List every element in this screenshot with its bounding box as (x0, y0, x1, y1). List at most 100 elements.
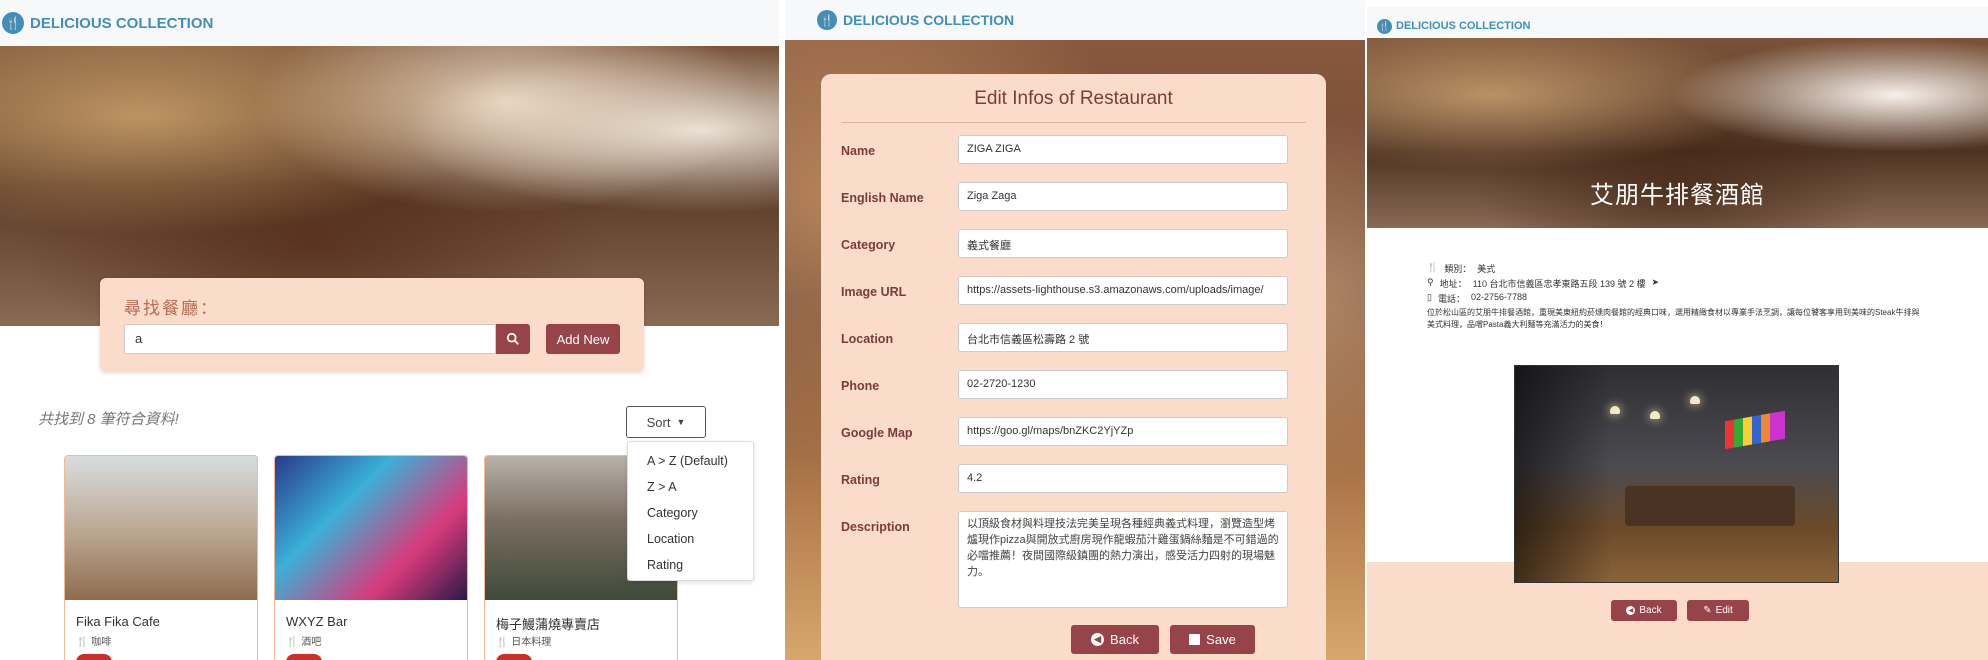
sort-option-z-a[interactable]: Z > A (628, 474, 753, 500)
image-url-input[interactable]: https://assets-lighthouse.s3.amazonaws.c… (958, 276, 1288, 305)
rating-badge (496, 654, 532, 660)
arrow-left-circle-icon: ◀ (1091, 633, 1105, 646)
navbar: 🍴 DELICIOUS COLLECTION (0, 0, 779, 46)
restaurant-list-panel: 🍴 DELICIOUS COLLECTION 尋找餐廳： a Add New 共… (0, 0, 779, 660)
back-label: Back (1639, 605, 1662, 616)
save-label: Save (1206, 632, 1236, 647)
utensils-icon: 🍴 (817, 10, 837, 30)
search-input[interactable]: a (124, 324, 496, 354)
caret-down-icon: ▼ (676, 417, 686, 427)
result-count: 共找到 8 筆符合資料! (38, 411, 179, 428)
restaurant-card[interactable]: Fika Fika Cafe 🍴 咖啡 (64, 455, 258, 660)
restaurant-card[interactable]: WXYZ Bar 🍴 酒吧 (274, 455, 468, 660)
search-icon (506, 332, 519, 345)
location-input[interactable]: 台北市信義區松壽路 2 號 (958, 323, 1288, 352)
map-marker-icon: ⚲ (1427, 277, 1434, 287)
utensils-icon: 🍴 (76, 637, 92, 648)
google-map-label: Google Map (841, 426, 913, 440)
image-url-label: Image URL (841, 285, 907, 299)
utensils-icon: 🍴 (2, 12, 24, 34)
category-label: Category (841, 238, 896, 252)
arrow-left-circle-icon: ◀ (1626, 606, 1636, 615)
restaurant-name: WXYZ Bar (286, 614, 348, 629)
phone-value: 02-2756-7788 (1470, 292, 1528, 302)
pendant-lamp (1690, 396, 1700, 404)
category-text: 日本料理 (511, 637, 552, 648)
restaurant-photo (1514, 365, 1839, 583)
brand-text: DELICIOUS COLLECTION (30, 14, 214, 32)
search-title: 尋找餐廳： (124, 299, 219, 318)
restaurant-name: 梅子鰻蒲燒專賣店 (496, 617, 601, 632)
utensils-icon: 🍴 (1427, 262, 1439, 272)
restaurant-category: 🍴 日本料理 (496, 633, 551, 648)
edit-restaurant-panel: 🍴 DELICIOUS COLLECTION Edit Infos of Res… (785, 0, 1365, 660)
restaurant-title: 艾朋牛排餐酒館 (1590, 182, 1765, 209)
description-label: Description (841, 520, 910, 534)
restaurant-name: Fika Fika Cafe (76, 614, 160, 629)
back-label: Back (1110, 632, 1139, 647)
navbar: 🍴 DELICIOUS COLLECTION (785, 0, 1365, 40)
category-text: 酒吧 (301, 637, 322, 648)
back-button[interactable]: ◀ Back (1071, 625, 1159, 654)
restaurant-image (275, 456, 467, 600)
name-input[interactable]: ZIGA ZIGA (958, 135, 1288, 164)
sort-option-rating[interactable]: Rating (628, 552, 753, 578)
wall-art (1725, 410, 1785, 450)
description-textarea[interactable]: 以頂級食材與料理技法完美呈現各種經典義式料理，瀏覽造型烤爐現作pizza與開放式… (958, 511, 1288, 608)
google-map-input[interactable]: https://goo.gl/maps/bnZKC2YjYZp (958, 417, 1288, 446)
brand-text: DELICIOUS COLLECTION (843, 12, 1015, 28)
sort-option-location[interactable]: Location (628, 526, 753, 552)
rating-badge (286, 654, 322, 660)
location-label: Location (841, 332, 894, 346)
phone-label: Phone (841, 379, 880, 393)
mobile-icon: ▯ (1427, 292, 1432, 302)
search-panel: 尋找餐廳： a Add New (100, 278, 644, 372)
name-label: Name (841, 144, 876, 158)
category-input[interactable]: 義式餐廳 (958, 229, 1288, 258)
english-name-input[interactable]: Ziga Zaga (958, 182, 1288, 211)
pendant-lamp (1610, 406, 1620, 414)
save-icon (1189, 634, 1201, 645)
phone-input[interactable]: 02-2720-1230 (958, 370, 1288, 399)
dining-table (1625, 486, 1795, 526)
divider (841, 122, 1306, 123)
sort-option-a-z[interactable]: A > Z (Default) (628, 448, 753, 474)
phone-info: ▯ 電話： 02-2756-7788 (1427, 292, 1527, 305)
pencil-icon: ✎ (1703, 605, 1712, 616)
brand-link[interactable]: 🍴 DELICIOUS COLLECTION (2, 12, 213, 34)
location-arrow-icon[interactable]: ➤ (1651, 277, 1659, 290)
pendant-lamp (1650, 411, 1660, 419)
rating-input[interactable]: 4.2 (958, 464, 1288, 493)
utensils-icon: 🍴 (496, 637, 512, 648)
category-info: 🍴 類別： 美式 (1427, 262, 1495, 275)
utensils-icon: 🍴 (286, 637, 302, 648)
search-button[interactable] (496, 324, 530, 354)
address-info: ⚲ 地址： 110 台北市信義區忠孝東路五段 139 號 2 樓 ➤ (1427, 277, 1659, 290)
restaurant-image (65, 456, 257, 600)
brand-link[interactable]: 🍴 DELICIOUS COLLECTION (1377, 18, 1530, 34)
address-value: 110 台北市信義區忠孝東路五段 139 號 2 樓 (1472, 279, 1646, 289)
category-text: 咖啡 (91, 637, 112, 648)
utensils-icon: 🍴 (1377, 18, 1392, 34)
back-button[interactable]: ◀ Back (1611, 600, 1677, 621)
rating-label: Rating (841, 473, 880, 487)
address-label: 地址： (1439, 279, 1467, 289)
add-new-button[interactable]: Add New (546, 324, 620, 354)
sort-label: Sort (646, 414, 671, 430)
category-value: 美式 (1477, 264, 1496, 274)
brand-link[interactable]: 🍴 DELICIOUS COLLECTION (817, 10, 1014, 30)
sort-option-category[interactable]: Category (628, 500, 753, 526)
edit-label: Edit (1715, 605, 1733, 616)
restaurant-description: 位於松山區的艾朋牛排餐酒館，重現美東紐約菸燻肉餐館的經典口味，選用精緻食材以專業… (1427, 308, 1920, 329)
restaurant-category: 🍴 酒吧 (286, 633, 321, 648)
restaurant-detail-panel: 🍴 DELICIOUS COLLECTION 艾朋牛排餐酒館 🍴 類別： 美式 … (1367, 0, 1988, 660)
sort-menu: A > Z (Default) Z > A Category Location … (627, 441, 754, 581)
edit-button[interactable]: ✎ Edit (1687, 600, 1749, 621)
sort-dropdown-button[interactable]: Sort ▼ (626, 406, 706, 438)
rating-badge (76, 654, 112, 660)
restaurant-category: 🍴 咖啡 (76, 633, 111, 648)
english-name-label: English Name (841, 191, 924, 205)
category-label: 類別： (1444, 264, 1472, 274)
edit-form: Edit Infos of Restaurant Name ZIGA ZIGA … (821, 74, 1326, 660)
save-button[interactable]: Save (1170, 625, 1255, 654)
